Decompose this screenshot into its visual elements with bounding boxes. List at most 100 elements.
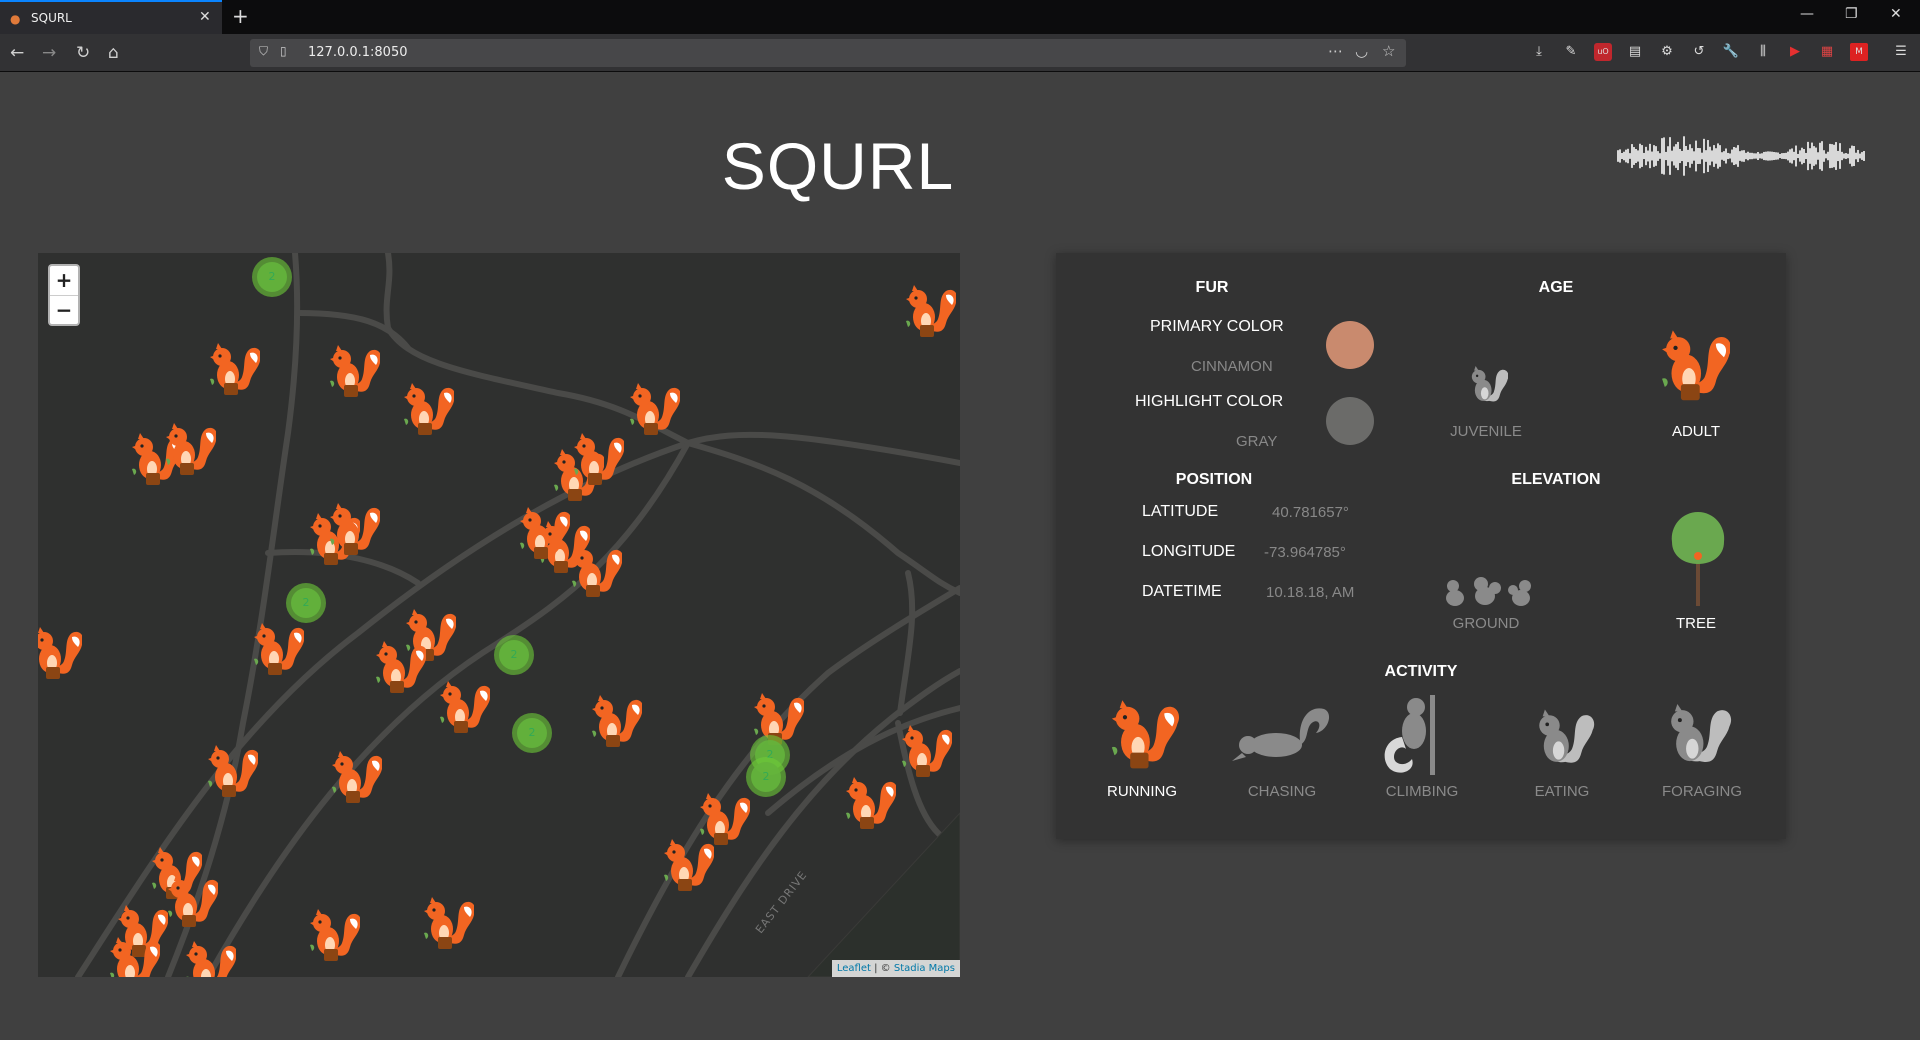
cluster-marker[interactable]: 2 <box>746 757 786 797</box>
activity-option-climbing[interactable]: CLIMBING <box>1362 783 1482 800</box>
squirrel-marker-icon[interactable] <box>204 741 258 799</box>
pocket-icon[interactable]: ◡ <box>1355 42 1368 60</box>
squirrel-marker-icon[interactable] <box>372 637 426 695</box>
browser-tab[interactable]: ● SQURL ✕ <box>0 0 222 34</box>
running-squirrel-icon[interactable] <box>1102 695 1182 771</box>
longitude-label: LONGITUDE <box>1142 543 1236 560</box>
elevation-option-tree[interactable]: TREE <box>1636 615 1756 632</box>
fur-heading: FUR <box>1195 279 1229 296</box>
youtube-icon[interactable]: ▶ <box>1786 43 1804 61</box>
download-icon[interactable]: ⤓ <box>1530 43 1548 61</box>
squirrel-marker-icon[interactable] <box>400 379 454 437</box>
squirrel-marker-icon[interactable] <box>902 281 956 339</box>
cluster-marker[interactable]: 2 <box>494 635 534 675</box>
climbing-squirrel-icon[interactable] <box>1376 693 1440 777</box>
elevation-option-ground[interactable]: GROUND <box>1426 615 1546 632</box>
url-bar[interactable]: ⛉ ▯ 127.0.0.1:8050 ⋯ ◡ ☆ <box>250 39 1406 67</box>
close-window-icon[interactable]: ✕ <box>1890 6 1902 22</box>
new-tab-button[interactable]: + <box>232 4 249 28</box>
age-option-adult[interactable]: ADULT <box>1636 423 1756 440</box>
activity-heading: ACTIVITY <box>1384 663 1458 680</box>
squirrel-marker-icon[interactable] <box>326 499 380 557</box>
more-actions-icon[interactable]: ⋯ <box>1328 42 1343 60</box>
squirrel-marker-icon[interactable] <box>164 871 218 929</box>
home-icon[interactable]: ⌂ <box>108 43 119 63</box>
stadia-maps-link[interactable]: Stadia Maps <box>894 963 955 974</box>
shield-icon[interactable]: ⛉ <box>259 44 268 59</box>
adult-squirrel-icon[interactable] <box>1656 325 1730 403</box>
datetime-value: 10.18.18, AM <box>1266 584 1355 601</box>
ublock-icon[interactable]: uO <box>1594 43 1612 61</box>
extension-m-icon[interactable]: M <box>1850 43 1868 61</box>
squirrel-marker-icon[interactable] <box>326 341 380 399</box>
squirrel-marker-icon[interactable] <box>588 691 642 749</box>
chasing-squirrel-icon[interactable] <box>1228 701 1332 769</box>
restore-window-icon[interactable]: ❐ <box>1845 6 1858 22</box>
forward-icon[interactable]: → <box>42 43 56 63</box>
tree-squirrel-icon[interactable] <box>1666 508 1730 608</box>
cluster-count: 2 <box>517 718 547 748</box>
elevation-heading: ELEVATION <box>1511 471 1601 488</box>
squirrel-marker-icon[interactable] <box>436 677 490 735</box>
datetime-label: DATETIME <box>1142 583 1222 600</box>
reload-icon[interactable]: ↻ <box>76 43 90 63</box>
activity-option-chasing[interactable]: CHASING <box>1222 783 1342 800</box>
squirrel-marker-icon[interactable] <box>626 379 680 437</box>
squirrel-marker-icon[interactable] <box>38 623 82 681</box>
activity-option-eating[interactable]: EATING <box>1502 783 1622 800</box>
zoom-out-button[interactable]: − <box>50 295 78 324</box>
eyedropper-icon[interactable]: ✎ <box>1562 43 1580 61</box>
squirrel-marker-icon[interactable] <box>306 905 360 963</box>
squirrel-marker-icon[interactable] <box>182 937 236 977</box>
highlight-color-label: HIGHLIGHT COLOR <box>1135 393 1284 410</box>
cluster-marker[interactable]: 2 <box>286 583 326 623</box>
cluster-count: 2 <box>291 588 321 618</box>
squirrel-details-panel: FUR PRIMARY COLOR CINNAMON HIGHLIGHT COL… <box>1056 253 1786 839</box>
highlight-color-swatch <box>1326 397 1374 445</box>
foraging-squirrel-icon[interactable] <box>1656 699 1736 771</box>
squirrel-marker-icon[interactable] <box>162 419 216 477</box>
cluster-marker[interactable]: 2 <box>512 713 552 753</box>
squirrel-marker-icon[interactable] <box>420 893 474 951</box>
attribution-separator: | © <box>870 963 894 974</box>
zoom-in-button[interactable]: + <box>50 266 78 295</box>
age-option-juvenile[interactable]: JUVENILE <box>1426 423 1546 440</box>
squirrel-map[interactable]: EAST DRIVE + − 222222 Leaflet | © Stadia… <box>38 253 960 977</box>
squirrel-marker-icon[interactable] <box>898 721 952 779</box>
squirrel-marker-icon[interactable] <box>250 619 304 677</box>
bookmark-star-icon[interactable]: ☆ <box>1382 42 1395 60</box>
leaflet-link[interactable]: Leaflet <box>837 963 871 974</box>
minimize-window-icon[interactable]: — <box>1800 6 1814 22</box>
squirrel-marker-icon[interactable] <box>842 773 896 831</box>
close-tab-icon[interactable]: ✕ <box>199 9 211 25</box>
eating-squirrel-icon[interactable] <box>1526 705 1598 771</box>
page-info-icon[interactable]: ▯ <box>280 44 287 58</box>
squirrel-marker-icon[interactable] <box>660 835 714 893</box>
history-icon[interactable]: ↺ <box>1690 43 1708 61</box>
activity-option-foraging[interactable]: FORAGING <box>1642 783 1762 800</box>
squirrel-marker-icon[interactable] <box>328 747 382 805</box>
primary-color-label: PRIMARY COLOR <box>1150 318 1284 335</box>
app-title: SQURL <box>721 129 955 203</box>
cluster-count: 2 <box>499 640 529 670</box>
back-icon[interactable]: ← <box>10 43 24 63</box>
squirrel-marker-icon[interactable] <box>106 933 160 977</box>
cluster-marker[interactable]: 2 <box>252 257 292 297</box>
latitude-label: LATITUDE <box>1142 503 1219 520</box>
squirrel-marker-icon[interactable] <box>516 503 570 561</box>
activity-option-running[interactable]: RUNNING <box>1082 783 1202 800</box>
extension-red-icon[interactable]: ▦ <box>1818 43 1836 61</box>
juvenile-squirrel-icon[interactable] <box>1466 363 1508 407</box>
squirrel-marker-icon[interactable] <box>570 429 624 487</box>
reader-icon[interactable]: ▤ <box>1626 43 1644 61</box>
squirrel-marker-icon[interactable] <box>206 339 260 397</box>
squirrel-favicon-icon: ● <box>10 12 21 26</box>
menu-hamburger-icon[interactable]: ☰ <box>1892 43 1910 61</box>
settings-gear-icon[interactable]: ⚙ <box>1658 43 1676 61</box>
highlight-color-value: GRAY <box>1236 433 1278 450</box>
ground-squirrels-icon[interactable] <box>1441 568 1537 612</box>
squirrel-marker-icon[interactable] <box>568 541 622 599</box>
library-icon[interactable]: ⫼ <box>1754 43 1772 61</box>
url-text[interactable]: 127.0.0.1:8050 <box>308 45 408 60</box>
wrench-icon[interactable]: 🔧 <box>1722 43 1740 61</box>
